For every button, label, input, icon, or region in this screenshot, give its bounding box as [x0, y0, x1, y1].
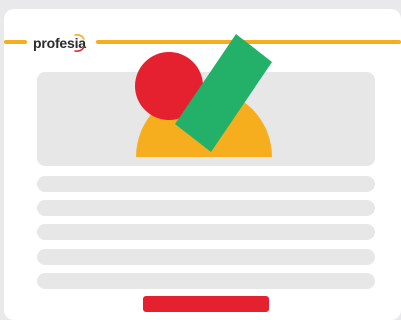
- apply-button[interactable]: [143, 296, 269, 312]
- job-card: profesia: [4, 9, 401, 320]
- text-line-placeholder: [37, 273, 375, 289]
- header-accent-line-left: [4, 40, 27, 44]
- text-line-placeholder: [37, 200, 375, 216]
- text-line-placeholder: [37, 176, 375, 192]
- hero-image-placeholder: [37, 72, 375, 166]
- text-line-placeholder: [37, 224, 375, 240]
- logo-text: profesia: [33, 35, 86, 51]
- header-accent-line-right: [96, 40, 401, 44]
- text-line-placeholder: [37, 249, 375, 265]
- profesia-logo: profesia: [33, 30, 90, 56]
